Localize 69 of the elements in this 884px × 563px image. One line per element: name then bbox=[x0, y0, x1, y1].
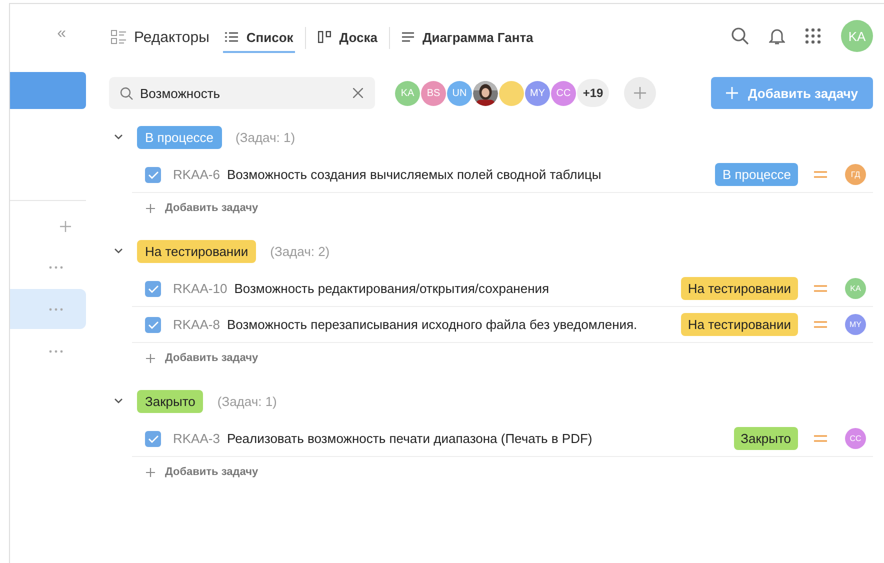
priority-icon[interactable] bbox=[814, 435, 827, 442]
add-task-link[interactable]: Добавить задачу bbox=[146, 193, 873, 223]
add-member-button[interactable] bbox=[624, 77, 656, 109]
member-avatar[interactable]: CC bbox=[551, 80, 576, 106]
apps-icon[interactable] bbox=[805, 28, 821, 44]
chevron-icon[interactable] bbox=[114, 248, 123, 254]
member-avatar[interactable]: MY bbox=[525, 80, 550, 106]
plus-icon bbox=[146, 354, 155, 362]
lines-icon bbox=[402, 32, 414, 42]
bell-icon[interactable] bbox=[769, 27, 785, 45]
checkbox[interactable] bbox=[145, 280, 161, 296]
plus-icon bbox=[146, 468, 155, 476]
task-count: (Задач: 1) bbox=[217, 394, 277, 408]
status-badge[interactable]: На тестировании bbox=[680, 313, 798, 336]
more-icon[interactable] bbox=[49, 350, 63, 352]
task-count: (Задач: 1) bbox=[236, 130, 296, 144]
assignee-avatar[interactable]: CC bbox=[845, 428, 866, 449]
chevron-icon[interactable] bbox=[114, 398, 123, 404]
search-field[interactable]: Возможность bbox=[109, 77, 375, 109]
tab[interactable]: Доска bbox=[316, 24, 380, 52]
more-icon[interactable] bbox=[49, 308, 63, 310]
task-title[interactable]: Реализовать возможность печати диапазона (Печать в PDF) bbox=[226, 431, 734, 446]
task-id: RKAA-3 bbox=[173, 431, 220, 446]
priority-icon[interactable] bbox=[814, 171, 827, 178]
add-task-link[interactable]: Добавить задачу bbox=[146, 457, 873, 487]
collapse-icon[interactable]: « bbox=[57, 24, 66, 44]
list-icon bbox=[225, 32, 238, 42]
check-icon bbox=[148, 170, 158, 178]
add-icon[interactable] bbox=[60, 221, 71, 232]
status-badge[interactable]: Закрыто bbox=[734, 427, 798, 450]
task-id: RKAA-8 bbox=[173, 317, 220, 332]
more-members-badge[interactable]: +19 bbox=[577, 79, 609, 107]
check-icon bbox=[148, 320, 158, 328]
list-icon bbox=[111, 30, 126, 44]
priority-icon[interactable] bbox=[814, 321, 827, 328]
check-icon bbox=[148, 434, 158, 442]
assignee-avatar[interactable]: MY bbox=[845, 314, 866, 335]
checkbox[interactable] bbox=[145, 166, 161, 182]
task-count: (Задач: 2) bbox=[270, 244, 330, 258]
plus-icon bbox=[146, 204, 155, 212]
priority-icon[interactable] bbox=[814, 285, 827, 292]
status-badge: В процессе bbox=[137, 126, 222, 148]
close-icon[interactable] bbox=[353, 88, 363, 98]
task-title[interactable]: Возможность перезаписывания исходного файла без уведомления. bbox=[226, 317, 681, 332]
add-task-button[interactable]: Добавить задачу bbox=[710, 77, 873, 109]
add-task-link[interactable]: Добавить задачу bbox=[146, 343, 873, 373]
checkbox[interactable] bbox=[145, 430, 161, 446]
status-badge: Закрыто bbox=[137, 390, 204, 412]
board-icon bbox=[318, 31, 332, 43]
plus-icon bbox=[634, 87, 646, 99]
task-title[interactable]: Возможность редактирования/открытия/сохранения bbox=[234, 281, 681, 296]
member-avatar[interactable]: BS bbox=[421, 80, 446, 106]
check-icon bbox=[148, 284, 158, 292]
more-icon[interactable] bbox=[49, 266, 63, 268]
checkbox[interactable] bbox=[145, 316, 161, 332]
chevron-icon[interactable] bbox=[114, 134, 123, 140]
search-icon[interactable] bbox=[731, 27, 749, 45]
task-title[interactable]: Возможность создания вычисляемых полей сводной таблицы bbox=[226, 167, 716, 182]
tab[interactable]: Список bbox=[223, 24, 296, 52]
status-badge[interactable]: На тестировании bbox=[680, 277, 798, 300]
status-badge: На тестировании bbox=[137, 240, 256, 262]
task-id: RKAA-10 bbox=[173, 281, 228, 296]
search-icon bbox=[120, 87, 133, 100]
status-badge[interactable]: В процессе bbox=[715, 163, 798, 186]
tab[interactable]: Диаграмма Ганта bbox=[400, 24, 536, 52]
tab[interactable]: Редакторы bbox=[109, 22, 212, 54]
task-id: RKAA-6 bbox=[173, 167, 220, 182]
plus-icon bbox=[726, 87, 738, 99]
member-avatar[interactable]: UN bbox=[447, 80, 472, 106]
